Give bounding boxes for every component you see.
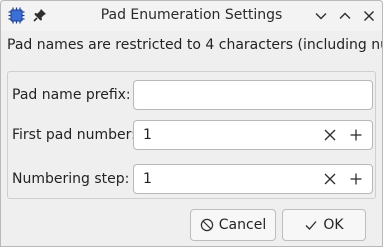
- first-number-value: 1: [143, 127, 152, 143]
- cancel-label: Cancel: [218, 217, 267, 233]
- plus-icon[interactable]: [349, 128, 363, 142]
- cancel-icon: [200, 218, 213, 232]
- step-input[interactable]: 1: [133, 164, 373, 194]
- prefix-label: Pad name prefix:: [12, 87, 131, 103]
- cancel-button[interactable]: Cancel: [190, 209, 276, 241]
- step-label: Numbering step:: [12, 171, 130, 187]
- ok-label: OK: [323, 217, 344, 233]
- ok-button[interactable]: OK: [282, 209, 366, 241]
- close-icon[interactable]: [360, 7, 378, 25]
- clear-icon[interactable]: [323, 128, 337, 142]
- first-number-input[interactable]: 1: [133, 120, 373, 150]
- chevron-down-icon[interactable]: [312, 7, 330, 25]
- chevron-up-icon[interactable]: [336, 7, 354, 25]
- title-bar[interactable]: Pad Enumeration Settings: [1, 1, 382, 31]
- plus-icon[interactable]: [349, 172, 363, 186]
- step-value: 1: [143, 171, 152, 187]
- first-number-label: First pad number:: [12, 127, 136, 143]
- dialog-window: Pad Enumeration Settings Pad names are r…: [0, 0, 383, 247]
- clear-icon[interactable]: [323, 172, 337, 186]
- checkmark-icon: [305, 221, 317, 230]
- info-text: Pad names are restricted to 4 characters…: [7, 37, 382, 53]
- prefix-input[interactable]: [133, 80, 373, 110]
